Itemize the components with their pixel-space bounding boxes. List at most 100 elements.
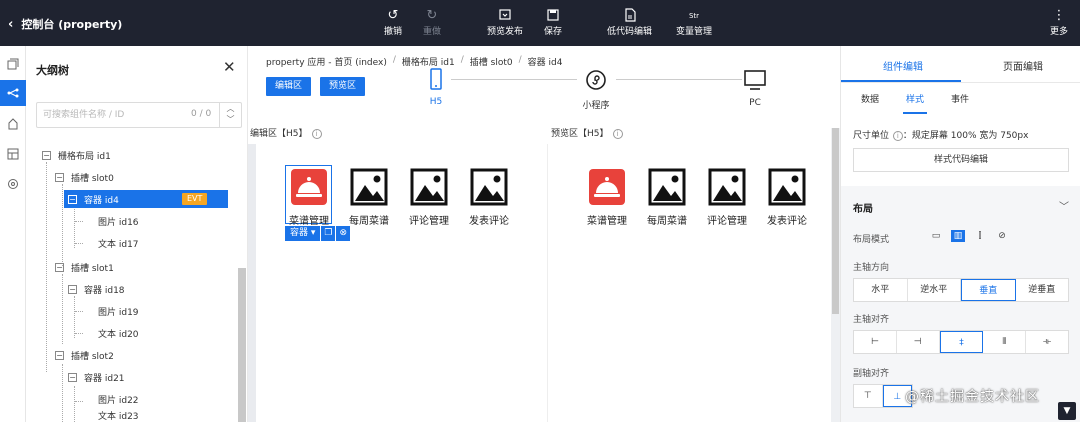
breadcrumb-item[interactable]: 栅格布局 id1 (402, 55, 455, 68)
close-icon[interactable]: ✕ (223, 58, 236, 76)
outline-scrollbar[interactable] (238, 268, 246, 422)
components-icon[interactable] (5, 116, 21, 132)
device-pc[interactable]: PC (742, 70, 768, 108)
redo-button[interactable]: ↻ 重做 (423, 8, 441, 37)
tree-node[interactable]: 文本 id23 (98, 409, 139, 422)
subtab-style[interactable]: 样式 (906, 92, 924, 105)
subtab-events[interactable]: 事件 (951, 92, 969, 105)
image-placeholder-icon (708, 168, 746, 206)
var-manage-button[interactable]: Str 变量管理 (676, 8, 712, 37)
style-code-edit-button[interactable]: 样式代码编辑 (853, 148, 1069, 172)
preview-grid-item[interactable]: 菜谱管理 (580, 168, 634, 227)
canvas-scrollbar[interactable] (831, 128, 840, 422)
hidden-eye-icon[interactable]: ⊘ (995, 230, 1009, 242)
settings-icon[interactable] (5, 176, 21, 192)
tree-node-label: 插槽 slot2 (71, 351, 114, 362)
grid-item[interactable]: 菜谱管理 (282, 168, 336, 227)
device-h5[interactable]: H5 (425, 68, 447, 107)
subtab-data[interactable]: 数据 (861, 92, 879, 105)
breadcrumb-item[interactable]: 容器 id4 (528, 55, 563, 68)
main-axis-direction: 水平 逆水平 垂直 逆垂直 (853, 278, 1069, 302)
dir-vertical[interactable]: 垂直 (961, 279, 1016, 301)
tree-node[interactable]: − 容器 id18 (68, 280, 125, 298)
image-placeholder-icon (350, 168, 388, 206)
lowcode-edit-button[interactable]: 低代码编辑 (607, 8, 652, 37)
collapse-icon[interactable]: − (55, 350, 64, 360)
scroll-down-icon[interactable]: ▼ (1058, 402, 1076, 420)
save-button[interactable]: 保存 (544, 8, 562, 37)
tree-node[interactable]: 图片 id16 (98, 212, 139, 230)
tree-node[interactable]: 文本 id20 (98, 324, 139, 342)
image-placeholder-icon (470, 168, 508, 206)
tree-node[interactable]: − 栅格布局 id1 (42, 146, 111, 164)
chevron-down-icon[interactable]: ﹀ (220, 114, 241, 125)
block-layout-icon[interactable]: ▭ (929, 230, 943, 242)
dir-reverse-horizontal[interactable]: 逆水平 (908, 279, 961, 301)
collapse-icon[interactable]: − (42, 150, 51, 160)
flex-layout-icon[interactable]: ▥ (951, 230, 965, 242)
tree-node[interactable]: − 插槽 slot1 (55, 258, 114, 276)
chevron-up-icon[interactable]: ︿ (220, 103, 241, 114)
tab-component-edit[interactable]: 组件编辑 (883, 58, 923, 73)
collapse-icon[interactable]: − (68, 194, 77, 204)
tree-node-selected[interactable]: − 容器 id4 EVT (64, 190, 228, 208)
more-button[interactable]: ⋮ 更多 (1050, 8, 1068, 37)
canvas-scroll-thumb[interactable] (832, 128, 839, 314)
tree-node[interactable]: 图片 id22 (98, 390, 139, 408)
cross-align-top-icon[interactable]: ⊤ (854, 385, 883, 407)
datasource-icon[interactable] (5, 146, 21, 162)
space-between-icon[interactable]: ⟛ (1026, 331, 1068, 353)
selection-toolbar: 容器 ▾ ❐ ⊗ (285, 226, 351, 241)
tree-node[interactable]: − 插槽 slot0 (55, 168, 114, 186)
tree-node[interactable]: 图片 id19 (98, 302, 139, 320)
back-chevron-icon[interactable]: ‹ (8, 17, 13, 32)
chevron-down-icon[interactable]: ﹀ (1059, 198, 1069, 213)
back-title[interactable]: ‹ 控制台 (property) (8, 16, 122, 32)
preview-mode-button[interactable]: 预览区 (320, 77, 366, 96)
inline-layout-icon[interactable]: ⫿ (973, 230, 987, 242)
tree-node-label: 文本 id17 (98, 239, 139, 250)
selection-component-label[interactable]: 容器 ▾ (285, 226, 321, 241)
edit-mode-button[interactable]: 编辑区 (266, 77, 312, 96)
tree-node[interactable]: − 容器 id21 (68, 368, 125, 386)
breadcrumb-item[interactable]: property 应用 - 首页 (index) (266, 55, 387, 68)
preview-grid-item[interactable]: 发表评论 (760, 168, 814, 227)
breadcrumb-item[interactable]: 插槽 slot0 (470, 55, 513, 68)
search-stepper[interactable]: ︿ ﹀ (219, 103, 241, 127)
preview-grid-item[interactable]: 每周菜谱 (640, 168, 694, 227)
grid-item[interactable]: 每周菜谱 (342, 168, 396, 227)
space-around-icon[interactable]: ⦀ (983, 331, 1027, 353)
info-icon[interactable]: i (892, 131, 903, 141)
search-input[interactable] (43, 107, 183, 123)
grid-item[interactable]: 评论管理 (402, 168, 456, 227)
collapse-icon[interactable]: − (68, 284, 77, 294)
save-icon (544, 8, 562, 24)
preview-publish-button[interactable]: 预览发布 (487, 8, 523, 37)
device-mini[interactable]: 小程序 (578, 70, 614, 111)
preview-grid-item[interactable]: 评论管理 (700, 168, 754, 227)
delete-icon[interactable]: ⊗ (336, 226, 351, 241)
cross-axis-align-label: 副轴对齐 (853, 369, 890, 379)
align-end-icon[interactable]: ⊣ (897, 331, 940, 353)
collapse-icon[interactable]: − (55, 172, 64, 182)
align-center-icon[interactable]: ‡ (939, 331, 984, 353)
left-icon-rail (0, 46, 26, 422)
lowcode-edit-label: 低代码编辑 (607, 27, 653, 37)
tree-node-label: 容器 id21 (84, 373, 125, 384)
outline-tree-icon[interactable] (0, 80, 26, 106)
align-start-icon[interactable]: ⊢ (854, 331, 897, 353)
pages-icon[interactable] (5, 56, 21, 72)
undo-button[interactable]: ↺ 撤销 (384, 8, 402, 37)
grid-item[interactable]: 发表评论 (462, 168, 516, 227)
tree-node[interactable]: 文本 id17 (98, 234, 139, 252)
info-icon[interactable]: i (612, 129, 623, 139)
collapse-icon[interactable]: − (68, 372, 77, 382)
tree-guide (62, 274, 63, 344)
dir-horizontal[interactable]: 水平 (854, 279, 908, 301)
info-icon[interactable]: i (311, 129, 322, 139)
collapse-icon[interactable]: − (55, 262, 64, 272)
tree-node[interactable]: − 插槽 slot2 (55, 346, 114, 364)
copy-icon[interactable]: ❐ (321, 226, 336, 241)
dir-reverse-vertical[interactable]: 逆垂直 (1016, 279, 1069, 301)
tab-page-edit[interactable]: 页面编辑 (1003, 58, 1043, 73)
